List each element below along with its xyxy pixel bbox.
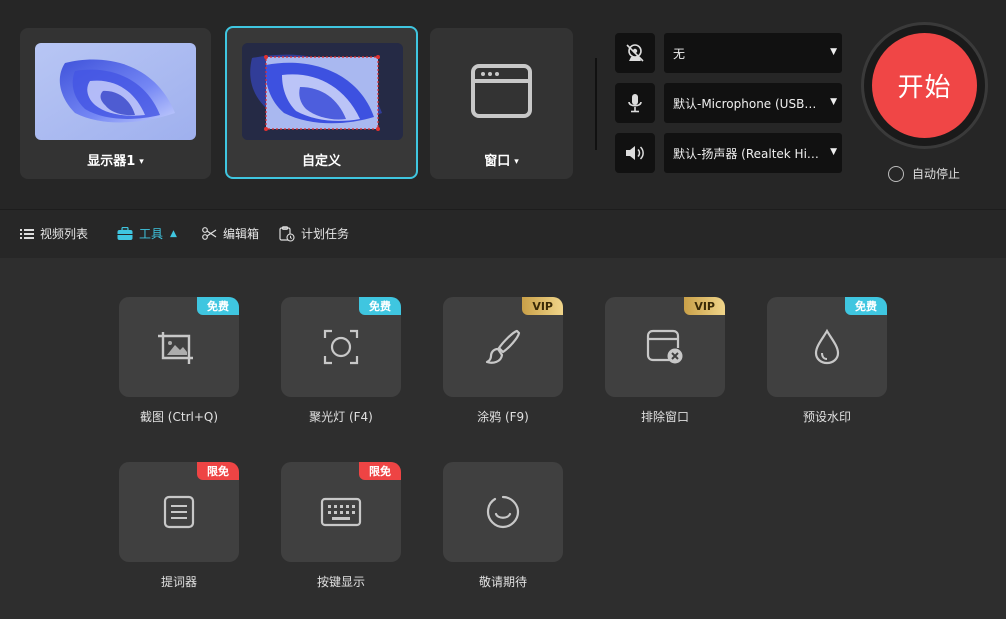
- vip-badge: VIP: [684, 297, 725, 315]
- tab-edit-box[interactable]: 编辑箱: [202, 225, 259, 242]
- auto-stop-option[interactable]: 自动停止: [888, 165, 960, 182]
- camera-select[interactable]: 无 ▼: [664, 33, 842, 73]
- monitor-preview-image: [35, 43, 196, 140]
- free-badge: 免费: [197, 297, 239, 315]
- list-icon: [20, 228, 34, 239]
- exclude-window-icon: [646, 329, 683, 364]
- chevron-down-icon[interactable]: ▾: [139, 157, 144, 167]
- microphone-select[interactable]: 默认-Microphone (USB Audio Device) ▼: [664, 83, 842, 123]
- divider: [595, 58, 597, 150]
- auto-stop-label: 自动停止: [912, 167, 961, 181]
- speaker-icon[interactable]: [615, 133, 655, 173]
- mode-custom-label: 自定义: [301, 154, 341, 169]
- tool-key-display[interactable]: 限免 按键显示: [281, 462, 401, 590]
- speaker-select[interactable]: 默认-扬声器 (Realtek High Definition Audio) ▼: [664, 133, 842, 173]
- tool-spotlight[interactable]: 免费 聚光灯 (F4): [281, 297, 401, 425]
- custom-preview-image: [242, 43, 403, 140]
- chevron-up-icon: ▲: [170, 228, 177, 239]
- auto-stop-radio[interactable]: [888, 165, 904, 182]
- mode-window-label: 窗口 ▾: [484, 154, 519, 169]
- dropdown-arrow-icon: ▼: [830, 147, 837, 157]
- coming-soon-icon: [486, 495, 520, 529]
- tool-exclude-window[interactable]: VIP 排除窗口: [605, 297, 725, 425]
- free-badge: 免费: [845, 297, 887, 315]
- mode-monitor[interactable]: 显示器1 ▾: [20, 28, 211, 179]
- camera-off-icon[interactable]: [615, 33, 655, 73]
- dropdown-arrow-icon: ▼: [830, 97, 837, 107]
- screenshot-crop-icon: [158, 332, 193, 364]
- chevron-down-icon[interactable]: ▾: [514, 157, 519, 167]
- start-button[interactable]: 开始: [872, 33, 977, 138]
- tool-coming-soon[interactable]: 敬请期待: [443, 462, 563, 590]
- tab-tools[interactable]: 工具 ▲: [117, 225, 177, 242]
- keyboard-icon: [320, 497, 362, 527]
- tool-doodle[interactable]: VIP 涂鸦 (F9): [443, 297, 563, 425]
- spotlight-icon: [323, 329, 359, 365]
- tools-panel: 免费 截图 (Ctrl+Q) 免费 聚光灯 (F4) VIP 涂鸦 (F9) V…: [0, 258, 1006, 619]
- mode-custom[interactable]: 自定义: [225, 26, 418, 179]
- scissors-icon: [202, 227, 217, 240]
- free-badge: 免费: [359, 297, 401, 315]
- vip-badge: VIP: [522, 297, 563, 315]
- tool-watermark[interactable]: 免费 预设水印: [767, 297, 887, 425]
- mode-window[interactable]: 窗口 ▾: [430, 28, 573, 179]
- limited-free-badge: 限免: [359, 462, 401, 480]
- tool-screenshot[interactable]: 免费 截图 (Ctrl+Q): [119, 297, 239, 425]
- schedule-clipboard-icon: [279, 225, 295, 242]
- brush-icon: [485, 329, 521, 364]
- tab-video-list[interactable]: 视频列表: [20, 225, 88, 242]
- tab-bar: 视频列表 工具 ▲ 编辑箱 计划任务: [0, 209, 1006, 258]
- tab-scheduled-tasks[interactable]: 计划任务: [279, 225, 349, 242]
- dropdown-arrow-icon: ▼: [830, 47, 837, 57]
- top-panel: 显示器1 ▾ 自定义 窗口 ▾ 无 ▼ 默认-Microphone (USB A…: [0, 0, 1006, 209]
- watermark-drop-icon: [814, 328, 840, 365]
- toolbox-icon: [117, 226, 133, 240]
- limited-free-badge: 限免: [197, 462, 239, 480]
- mode-monitor-label: 显示器1 ▾: [87, 154, 144, 169]
- teleprompter-icon: [163, 495, 195, 529]
- tool-teleprompter[interactable]: 限免 提词器: [119, 462, 239, 590]
- window-icon: [471, 64, 532, 122]
- microphone-icon[interactable]: [615, 83, 655, 123]
